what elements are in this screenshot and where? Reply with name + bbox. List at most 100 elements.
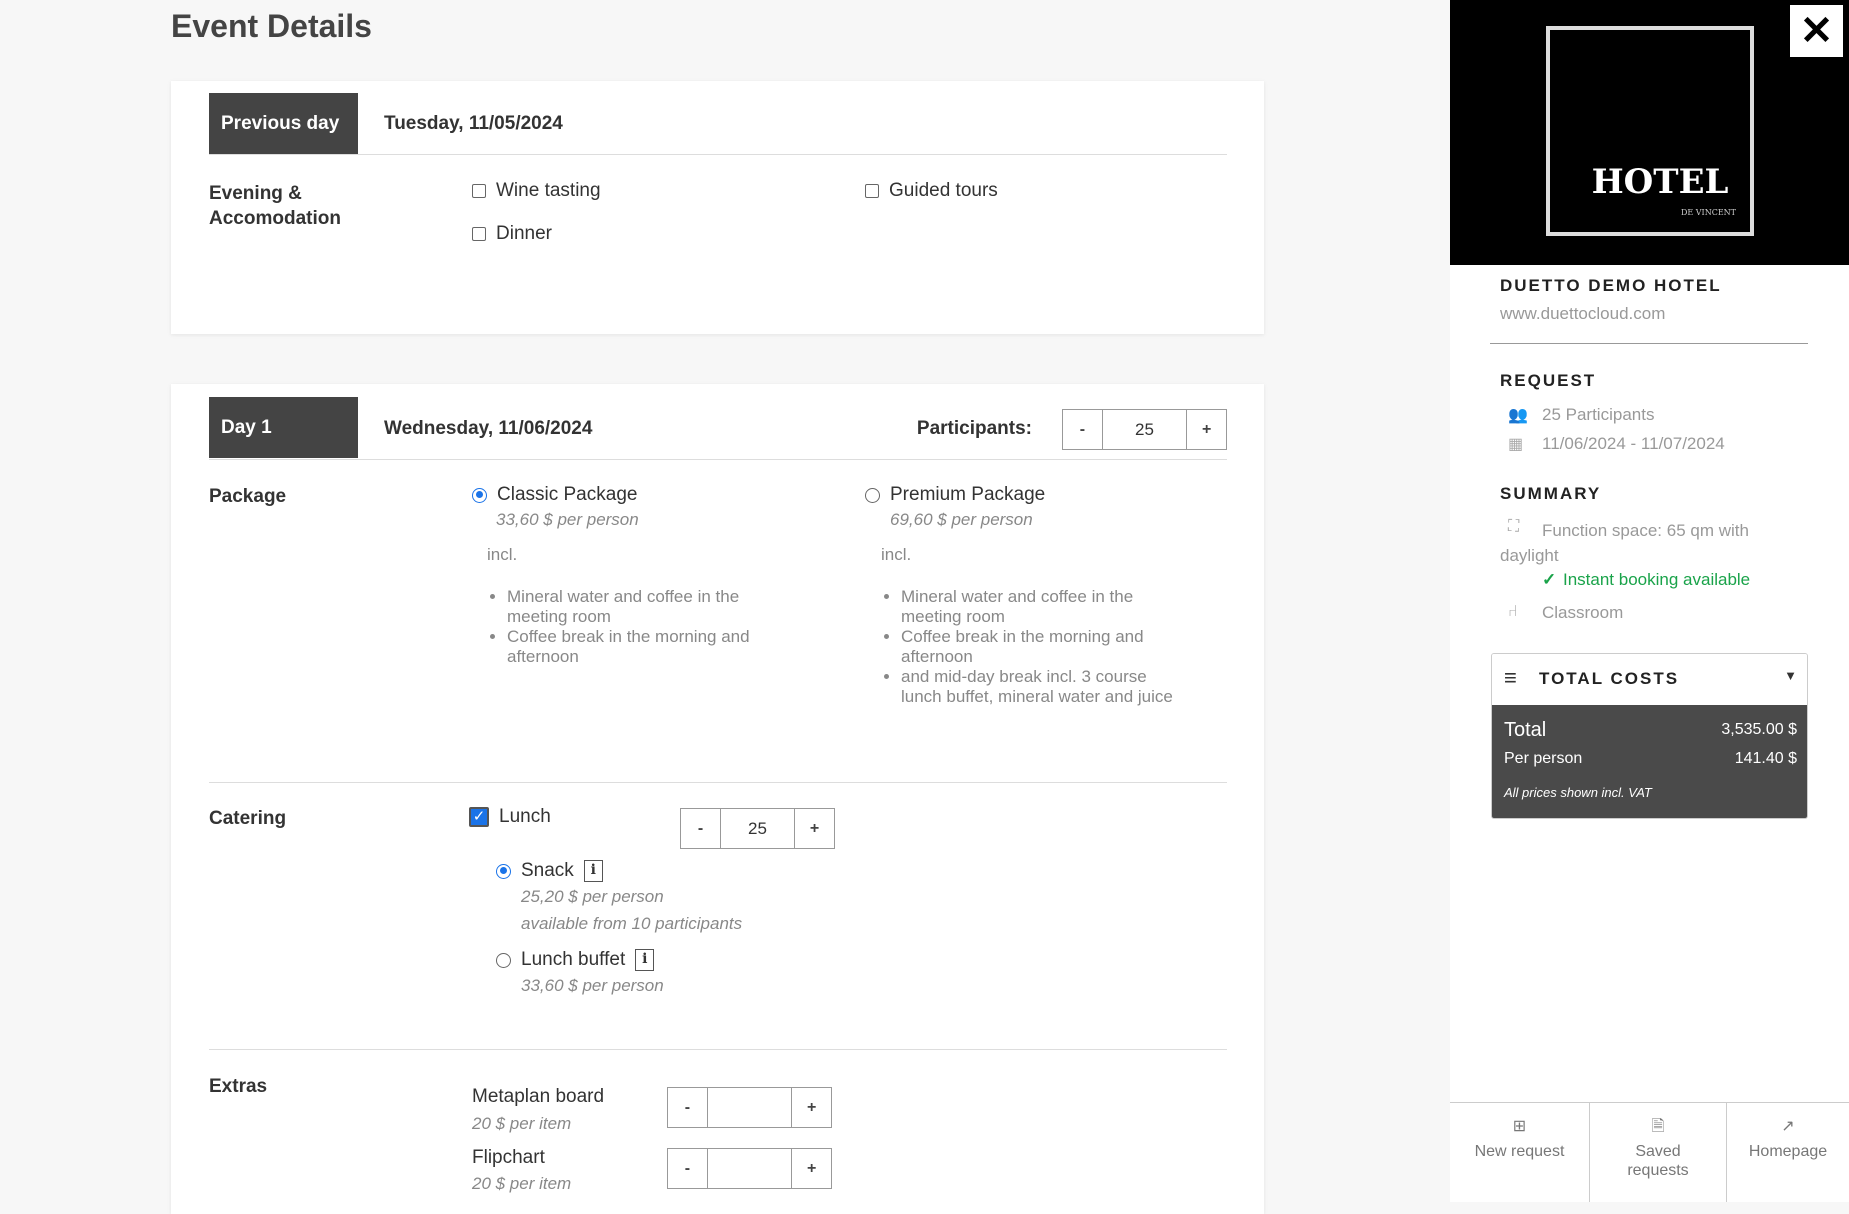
buffet-price: 33,60 $ per person xyxy=(521,976,664,995)
total-costs-panel: ≡ TOTAL COSTS ▼ Total 3,535.00 $ Per per… xyxy=(1491,653,1808,819)
option-label: Lunch buffet xyxy=(521,949,626,970)
list-item: Coffee break in the morning and afternoo… xyxy=(507,627,787,667)
participants-stepper: - 25 + xyxy=(1062,409,1227,450)
option-label: Snack xyxy=(521,860,574,881)
increment-button[interactable]: + xyxy=(1186,410,1227,449)
total-costs-toggle[interactable]: ≡ TOTAL COSTS ▼ xyxy=(1492,654,1807,705)
radio-icon[interactable] xyxy=(496,952,511,968)
homepage-button[interactable]: ↗ Homepage xyxy=(1727,1102,1849,1202)
decrement-button[interactable]: - xyxy=(668,1149,708,1188)
costs-title: TOTAL COSTS xyxy=(1539,669,1680,688)
option-label: Classic Package xyxy=(497,484,638,505)
nav-label: Saved requests xyxy=(1627,1143,1689,1179)
nav-label: New request xyxy=(1474,1143,1565,1160)
info-icon[interactable]: i xyxy=(635,949,655,971)
page-title: Event Details xyxy=(171,8,372,44)
metaplan-qty-input[interactable] xyxy=(708,1088,791,1127)
document-icon: 🗎 xyxy=(1651,1118,1665,1135)
increment-button[interactable]: + xyxy=(794,809,834,848)
extra-name: Metaplan board xyxy=(472,1086,605,1107)
per-person-value: 141.40 $ xyxy=(1734,750,1797,767)
package-items: Mineral water and coffee in the meeting … xyxy=(487,587,787,667)
checkbox-icon[interactable] xyxy=(472,227,486,241)
package-price: 69,60 $ per person xyxy=(890,510,1033,529)
divider xyxy=(209,1049,1227,1050)
request-participants: 25 Participants xyxy=(1542,405,1655,424)
list-item: Mineral water and coffee in the meeting … xyxy=(901,587,1191,627)
logo-text: HOTEL xyxy=(1591,162,1729,202)
close-button[interactable]: ✕ xyxy=(1790,5,1843,57)
incl-label: incl. xyxy=(487,545,518,564)
extra-price: 20 $ per item xyxy=(472,1114,572,1133)
premium-package-radio[interactable]: Premium Package xyxy=(865,484,1045,506)
logo-subtext: DE VINCENT xyxy=(1680,208,1736,217)
extra-name: Flipchart xyxy=(472,1147,545,1168)
classic-package-radio[interactable]: Classic Package xyxy=(472,484,637,506)
day1-date: Wednesday, 11/06/2024 xyxy=(384,418,593,439)
request-title: REQUEST xyxy=(1500,371,1597,390)
divider xyxy=(209,782,1227,783)
package-price: 33,60 $ per person xyxy=(496,510,639,529)
divider xyxy=(1490,343,1808,344)
decrement-button[interactable]: - xyxy=(668,1088,708,1127)
option-label: Lunch xyxy=(499,806,551,827)
lunch-buffet-radio[interactable]: Lunch buffet i xyxy=(496,949,655,971)
snack-radio[interactable]: Snack i xyxy=(496,860,603,882)
section-label: Evening & Accomodation xyxy=(209,183,341,229)
lunch-checkbox[interactable]: ✓ Lunch xyxy=(469,806,551,828)
list-item: Coffee break in the morning and afternoo… xyxy=(901,627,1191,667)
participants-label: Participants: xyxy=(916,418,1032,439)
increment-button[interactable]: + xyxy=(791,1088,832,1127)
hotel-image: HOTEL DE VINCENT ✕ xyxy=(1450,0,1849,265)
check-icon: ✓ xyxy=(1542,570,1557,589)
previous-day-header: Previous day xyxy=(209,93,358,154)
guided-tours-checkbox[interactable]: Guided tours xyxy=(865,180,998,202)
package-items: Mineral water and coffee in the meeting … xyxy=(881,587,1191,707)
chair-icon: ⑁ xyxy=(1508,603,1518,620)
option-label: Guided tours xyxy=(889,180,998,201)
costs-body: Total 3,535.00 $ Per person 141.40 $ All… xyxy=(1492,705,1807,818)
decrement-button[interactable]: - xyxy=(1063,410,1103,449)
checkbox-icon[interactable] xyxy=(472,184,486,198)
calendar-icon: ▦ xyxy=(1508,436,1524,453)
participants-input[interactable]: 25 xyxy=(1103,410,1186,449)
dinner-checkbox[interactable]: Dinner xyxy=(472,223,552,245)
function-space: Function space: 65 qm with daylight xyxy=(1500,521,1749,565)
option-label: Premium Package xyxy=(890,484,1046,505)
lunch-qty-input[interactable]: 25 xyxy=(721,809,794,848)
incl-label: incl. xyxy=(881,545,912,564)
wine-tasting-checkbox[interactable]: Wine tasting xyxy=(472,180,601,202)
nav-label: Homepage xyxy=(1748,1143,1828,1160)
option-label: Dinner xyxy=(496,223,552,244)
per-person-label: Per person xyxy=(1504,750,1583,767)
users-icon: 👥 xyxy=(1508,407,1528,424)
previous-day-card: Previous day Tuesday, 11/05/2024 Evening… xyxy=(171,81,1264,334)
catering-label: Catering xyxy=(209,808,287,829)
info-icon[interactable]: i xyxy=(583,860,603,882)
hotel-logo: HOTEL DE VINCENT xyxy=(1546,26,1754,236)
previous-day-date: Tuesday, 11/05/2024 xyxy=(384,113,563,134)
decrement-button[interactable]: - xyxy=(681,809,721,848)
flipchart-qty-input[interactable] xyxy=(708,1149,791,1188)
checkbox-icon[interactable] xyxy=(865,184,879,198)
increment-button[interactable]: + xyxy=(791,1149,832,1188)
radio-icon[interactable] xyxy=(865,487,880,503)
hotel-url[interactable]: www.duettocloud.com xyxy=(1500,304,1665,324)
external-link-icon: ↗ xyxy=(1781,1118,1795,1135)
package-label: Package xyxy=(209,486,287,507)
saved-requests-button[interactable]: 🗎 Saved requests xyxy=(1590,1102,1727,1202)
metaplan-stepper: - + xyxy=(667,1087,832,1128)
checkmark-icon[interactable]: ✓ xyxy=(469,807,489,827)
snack-note: available from 10 participants xyxy=(521,914,743,933)
day1-header: Day 1 xyxy=(209,397,358,458)
new-request-button[interactable]: ⊞ New request xyxy=(1450,1102,1590,1202)
summary-title: SUMMARY xyxy=(1500,484,1602,503)
snack-price: 25,20 $ per person xyxy=(521,887,664,906)
flipchart-stepper: - + xyxy=(667,1148,832,1189)
vat-note: All prices shown incl. VAT xyxy=(1504,785,1652,800)
divider xyxy=(209,459,1227,460)
extra-price: 20 $ per item xyxy=(472,1174,572,1193)
radio-icon[interactable] xyxy=(472,487,487,503)
radio-icon[interactable] xyxy=(496,863,511,879)
menu-icon: ≡ xyxy=(1504,665,1517,690)
